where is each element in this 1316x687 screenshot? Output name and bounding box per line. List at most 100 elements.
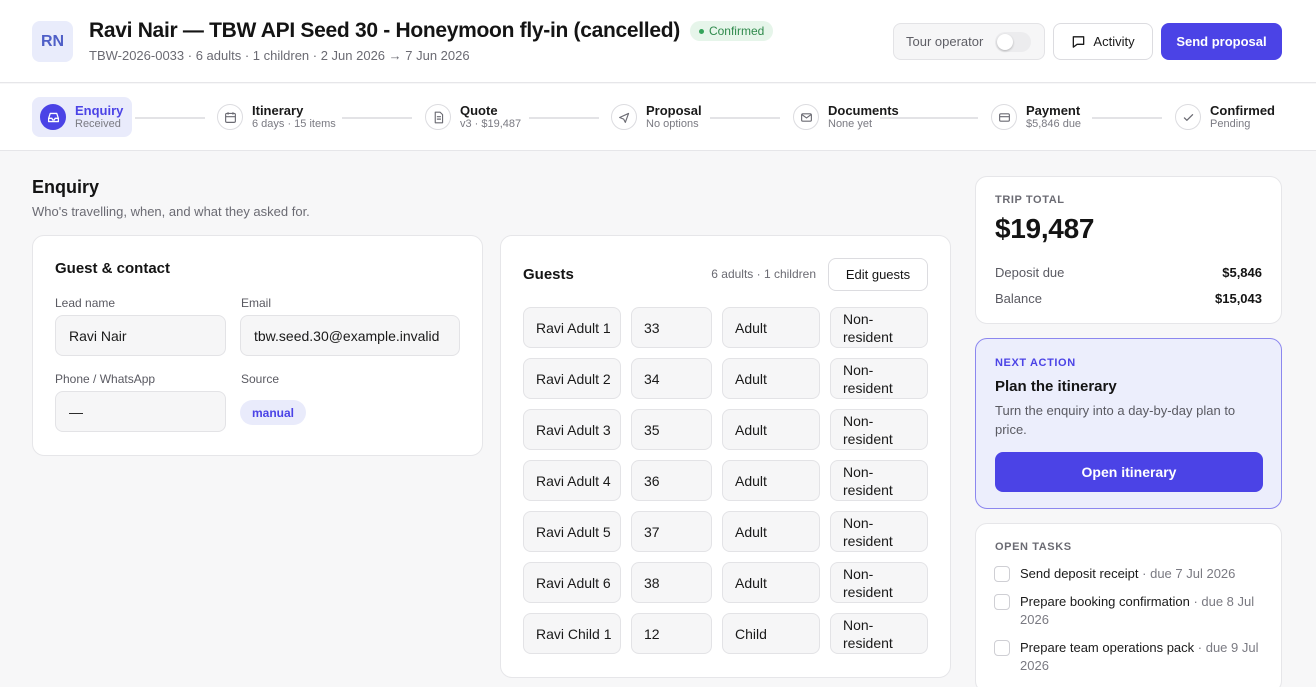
- step-label: Payment: [1026, 102, 1081, 118]
- guest-type-field[interactable]: Adult: [722, 409, 820, 450]
- step-sub: None yet: [828, 117, 873, 130]
- document-icon: [425, 104, 451, 130]
- avatar: RN: [32, 21, 73, 62]
- guest-type-field[interactable]: Adult: [722, 358, 820, 399]
- guest-name-field[interactable]: Ravi Adult 5: [523, 511, 621, 552]
- step-label: Proposal: [646, 102, 702, 118]
- guest-name-field[interactable]: Ravi Adult 1: [523, 307, 621, 348]
- step-connector: [1092, 117, 1162, 119]
- step-label: Documents: [828, 102, 899, 118]
- task-text: Prepare team operations pack · due 9 Jul…: [1020, 639, 1266, 675]
- step-quote[interactable]: Quote v3 · $19,487: [425, 97, 521, 137]
- task-checkbox[interactable]: [994, 594, 1010, 610]
- balance-label: Balance: [995, 291, 1042, 306]
- guest-age-field[interactable]: 34: [631, 358, 712, 399]
- edit-guests-button[interactable]: Edit guests: [828, 258, 928, 291]
- guest-type-field[interactable]: Adult: [722, 511, 820, 552]
- title-row: Ravi Nair — TBW API Seed 30 - Honeymoon …: [89, 19, 774, 43]
- step-itinerary[interactable]: Itinerary 6 days · 15 items: [217, 97, 336, 137]
- task-checkbox[interactable]: [994, 566, 1010, 582]
- guest-residency-field[interactable]: Non-resident: [830, 307, 928, 348]
- task-text: Prepare booking confirmation · due 8 Jul…: [1020, 593, 1266, 629]
- chat-icon: [1073, 36, 1085, 48]
- step-payment[interactable]: Payment $5,846 due: [991, 97, 1081, 137]
- guest-residency-field[interactable]: Non-resident: [830, 613, 928, 654]
- guest-type-field[interactable]: Adult: [722, 562, 820, 603]
- step-sub: 6 days · 15 items: [252, 117, 336, 130]
- toggle-switch[interactable]: [995, 31, 1032, 52]
- guest-type-field[interactable]: Adult: [722, 460, 820, 501]
- step-proposal[interactable]: Proposal No options: [611, 97, 702, 137]
- next-action-title: Plan the itinerary: [995, 378, 1117, 395]
- deposit-label: Deposit due: [995, 265, 1065, 280]
- step-documents[interactable]: Documents None yet: [793, 97, 899, 137]
- guest-name-field[interactable]: Ravi Child 1: [523, 613, 621, 654]
- open-tasks-label: OPEN TASKS: [995, 541, 1072, 553]
- next-action-description: Turn the enquiry into a day-by-day plan …: [995, 403, 1236, 437]
- tour-operator-label: Tour operator: [906, 34, 984, 49]
- open-itinerary-button[interactable]: Open itinerary: [995, 452, 1263, 492]
- activity-label: Activity: [1093, 34, 1135, 49]
- guests-title: Guests: [523, 266, 574, 283]
- guest-name-field[interactable]: Ravi Adult 6: [523, 562, 621, 603]
- guest-residency-field[interactable]: Non-resident: [830, 562, 928, 603]
- step-connector: [135, 117, 205, 119]
- guest-residency-field[interactable]: Non-resident: [830, 358, 928, 399]
- guests-count: 6 adults · 1 children: [711, 267, 816, 281]
- guest-name-field[interactable]: Ravi Adult 2: [523, 358, 621, 399]
- status-badge-label: Confirmed: [708, 24, 765, 38]
- page-title: Ravi Nair — TBW API Seed 30 - Honeymoon …: [89, 19, 680, 42]
- email-field[interactable]: tbw.seed.30@example.invalid: [240, 315, 460, 356]
- step-confirmed[interactable]: Confirmed Pending: [1175, 97, 1275, 137]
- guest-residency-field[interactable]: Non-resident: [830, 511, 928, 552]
- step-enquiry[interactable]: Enquiry Received: [32, 97, 133, 137]
- step-sub: $5,846 due: [1026, 117, 1082, 130]
- step-label: Itinerary: [252, 102, 304, 118]
- step-sub: Received: [75, 117, 121, 130]
- lead-name-field[interactable]: Ravi Nair: [55, 315, 226, 356]
- task-title: Send deposit receipt: [1020, 566, 1139, 581]
- status-dot-icon: [698, 28, 704, 34]
- task-due: · due 7 Jul 2026: [1138, 566, 1236, 581]
- step-connector: [529, 117, 599, 119]
- trip-total-label: TRIP TOTAL: [995, 194, 1065, 206]
- task-checkbox[interactable]: [994, 640, 1010, 656]
- check-icon: [1175, 104, 1201, 130]
- tour-operator-toggle[interactable]: Tour operator: [893, 23, 1045, 60]
- send-proposal-button[interactable]: Send proposal: [1161, 23, 1282, 60]
- section-title: Enquiry: [32, 177, 100, 197]
- credit-card-icon: [991, 104, 1017, 130]
- task-item: Prepare team operations pack · due 9 Jul…: [994, 639, 1266, 675]
- toggle-knob: [997, 33, 1014, 50]
- trip-total-value: $19,487: [995, 213, 1095, 244]
- phone-field[interactable]: —: [55, 391, 226, 432]
- guest-type-field[interactable]: Child: [722, 613, 820, 654]
- guest-name-field[interactable]: Ravi Adult 3: [523, 409, 621, 450]
- guest-age-field[interactable]: 38: [631, 562, 712, 603]
- mail-icon: [793, 104, 819, 130]
- guest-age-field[interactable]: 36: [631, 460, 712, 501]
- page-header: RN Ravi Nair — TBW API Seed 30 - Honeymo…: [0, 0, 1316, 83]
- guest-age-field[interactable]: 12: [631, 613, 712, 654]
- next-action-card: NEXT ACTION Plan the itinerary Turn the …: [975, 338, 1282, 509]
- step-label: Quote: [460, 102, 498, 118]
- guest-age-field[interactable]: 33: [631, 307, 712, 348]
- guest-contact-title: Guest & contact: [55, 260, 171, 277]
- guests-card: [500, 235, 951, 678]
- task-title: Prepare team operations pack: [1020, 640, 1195, 655]
- guest-residency-field[interactable]: Non-resident: [830, 460, 928, 501]
- task-item: Send deposit receipt · due 7 Jul 2026: [994, 565, 1266, 583]
- guest-name-field[interactable]: Ravi Adult 4: [523, 460, 621, 501]
- calendar-icon: [217, 104, 243, 130]
- guest-age-field[interactable]: 35: [631, 409, 712, 450]
- balance-value: $15,043: [1215, 291, 1262, 306]
- status-badge: Confirmed: [689, 21, 774, 41]
- step-sub: Pending: [1210, 117, 1251, 130]
- trip-subtitle: TBW-2026-0033 · 6 adults · 1 children · …: [89, 48, 470, 63]
- guest-type-field[interactable]: Adult: [722, 307, 820, 348]
- guest-age-field[interactable]: 37: [631, 511, 712, 552]
- activity-button[interactable]: Activity: [1053, 23, 1153, 60]
- guest-residency-field[interactable]: Non-resident: [830, 409, 928, 450]
- next-action-label: NEXT ACTION: [995, 357, 1076, 369]
- send-icon: [611, 104, 637, 130]
